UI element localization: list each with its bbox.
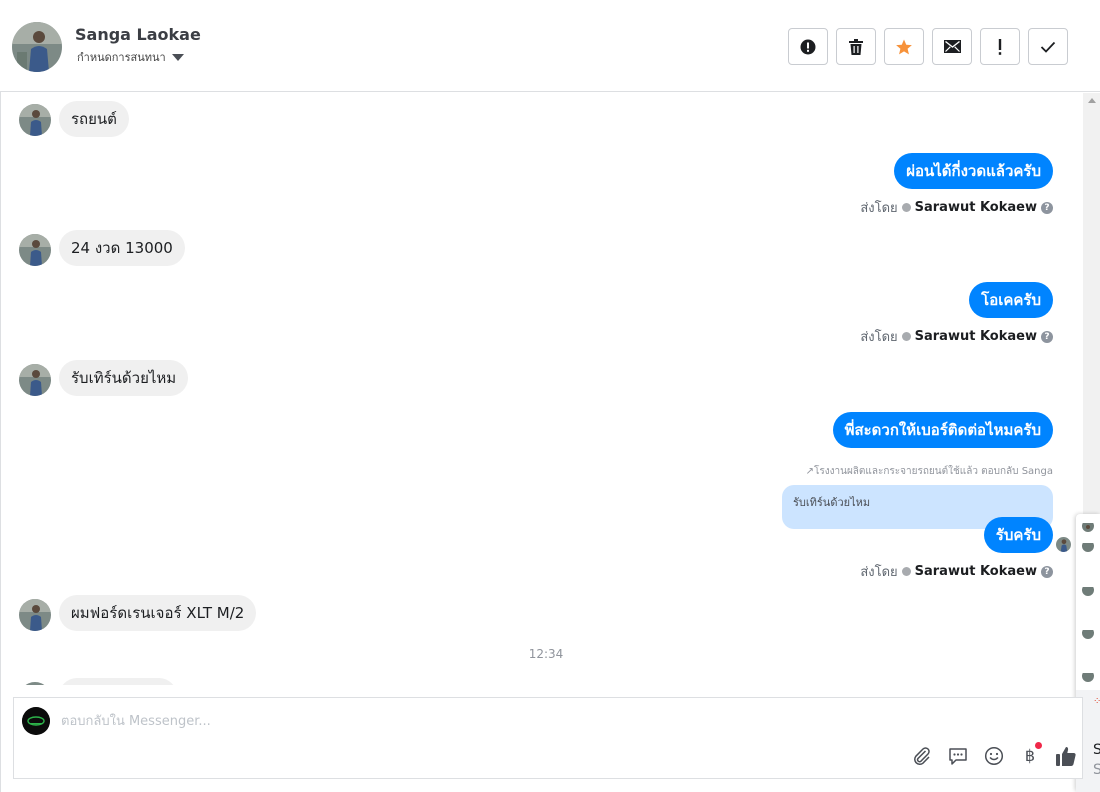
outgoing-message: พี่สะดวกให้เบอร์ติดต่อไหมครับ	[832, 412, 1053, 448]
verified-dot-icon	[901, 567, 911, 576]
smiley-icon	[984, 746, 1004, 766]
envelope-icon	[943, 40, 961, 53]
like-button[interactable]	[1054, 744, 1078, 768]
contact-avatar-small[interactable]	[19, 682, 51, 685]
verified-dot-icon	[901, 332, 911, 341]
sender-name[interactable]: Sarawut Kokaew	[915, 200, 1037, 215]
outgoing-message: โอเคครับ	[969, 282, 1053, 318]
chat-bubble-icon	[949, 748, 967, 765]
incoming-message-partial	[59, 678, 177, 685]
notification-dot	[1035, 742, 1042, 749]
attach-button[interactable]	[910, 744, 934, 768]
contact-avatar-small[interactable]	[19, 234, 51, 266]
sent-by-label: ส่งโดย	[860, 565, 898, 580]
incoming-message: รับเทิร์นด้วยไหม	[59, 360, 189, 396]
contact-avatar-small[interactable]	[19, 104, 51, 136]
help-icon[interactable]: ?	[1041, 330, 1053, 343]
sent-by-label: ส่งโดย	[860, 330, 898, 345]
incoming-message: ผมฟอร์ดเรนเจอร์ XLT M/2	[59, 595, 257, 631]
contact-avatar-mini[interactable]	[1082, 540, 1094, 552]
side-letter: S	[1093, 762, 1100, 778]
mark-done-button[interactable]	[1028, 28, 1068, 65]
mark-unread-button[interactable]	[932, 28, 972, 65]
delete-button[interactable]	[836, 28, 876, 65]
sender-name[interactable]: Sarawut Kokaew	[915, 564, 1037, 579]
incoming-message: รถยนต์	[59, 101, 129, 137]
checkmark-icon	[1040, 41, 1056, 53]
thumbs-up-icon	[1056, 747, 1076, 766]
message-composer: ฿	[13, 697, 1083, 779]
sent-by-line: ส่งโดย Sarawut Kokaew ?	[860, 197, 1053, 218]
sent-by-line: ส่งโดย Sarawut Kokaew ?	[860, 561, 1053, 582]
help-icon[interactable]: ?	[1041, 201, 1053, 214]
assign-conversation-dropdown[interactable]: กำหนดการสนทนา	[77, 48, 184, 66]
trash-icon	[849, 38, 863, 55]
message-thread[interactable]: รถยนต์ ผ่อนได้กี่งวดแล้วครับ ส่งโดย Sara…	[0, 93, 1083, 685]
contact-avatar-small[interactable]	[19, 364, 51, 396]
incoming-message: 24 งวด 13000	[59, 230, 185, 266]
composer-tools: ฿	[910, 742, 1078, 768]
message-timestamp: 12:34	[528, 647, 564, 661]
alert-circle-icon	[800, 39, 816, 54]
contact-avatar[interactable]	[12, 22, 62, 72]
header-actions	[788, 28, 1068, 65]
reply-arrow-icon: ↗	[805, 466, 814, 477]
contact-avatar-mini[interactable]	[1082, 520, 1094, 532]
star-icon	[896, 39, 912, 54]
outgoing-message: รับครับ	[983, 517, 1053, 553]
contact-name[interactable]: Sanga Laokae	[75, 25, 201, 44]
baht-icon: ฿	[1025, 746, 1035, 765]
seen-avatar	[1056, 537, 1071, 552]
caret-down-icon	[171, 53, 184, 61]
contact-avatar-mini[interactable]	[1082, 584, 1094, 596]
sent-by-label: ส่งโดย	[860, 201, 898, 216]
svg-text:฿: ฿	[1025, 746, 1035, 765]
paperclip-icon	[914, 747, 930, 766]
saved-replies-button[interactable]	[946, 744, 970, 768]
emoji-button[interactable]	[982, 744, 1006, 768]
help-icon[interactable]: ?	[1041, 565, 1053, 578]
scroll-up-arrow-icon[interactable]	[1088, 98, 1096, 103]
contact-avatar-mini[interactable]	[1082, 627, 1094, 639]
exclamation-icon	[998, 38, 1002, 55]
assign-label: กำหนดการสนทนา	[77, 51, 166, 64]
contact-avatar-small[interactable]	[19, 599, 51, 631]
star-button[interactable]	[884, 28, 924, 65]
page-avatar	[22, 707, 50, 735]
reply-input[interactable]	[61, 710, 821, 732]
report-spam-button[interactable]	[788, 28, 828, 65]
mark-important-button[interactable]	[980, 28, 1020, 65]
verified-dot-icon	[901, 203, 911, 212]
grid-icon: ⁘	[1093, 696, 1100, 707]
sender-name[interactable]: Sarawut Kokaew	[915, 329, 1037, 344]
outgoing-message: ผ่อนได้กี่งวดแล้วครับ	[894, 153, 1053, 189]
conversation-header: Sanga Laokae กำหนดการสนทนา	[0, 0, 1100, 92]
reply-context-label: ↗โรงงานผลิตและกระจายรถยนต์ใช้แล้ว ตอบกลั…	[805, 466, 1053, 477]
payment-button[interactable]: ฿	[1018, 742, 1042, 768]
contact-avatar-mini[interactable]	[1082, 670, 1094, 682]
side-letter: S	[1093, 742, 1100, 758]
sent-by-line: ส่งโดย Sarawut Kokaew ?	[860, 326, 1053, 347]
